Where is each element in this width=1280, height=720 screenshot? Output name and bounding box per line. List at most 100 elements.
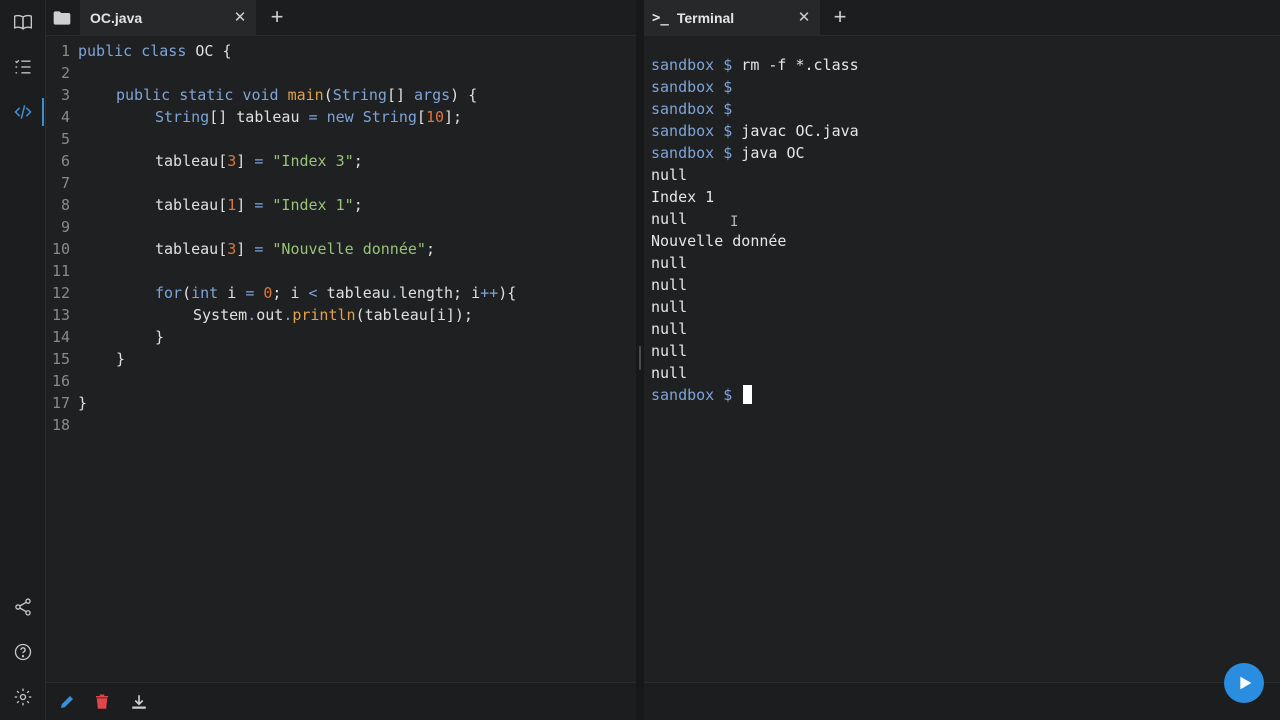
- code-token: .: [247, 306, 257, 324]
- code-line: 5: [46, 128, 636, 150]
- terminal-pane: >_ Terminal ✕ + sandbox $ rm -f *.class …: [644, 0, 1280, 720]
- code-token: 1: [227, 196, 237, 214]
- prompt: sandbox $: [651, 144, 733, 162]
- code-line: 9: [46, 216, 636, 238]
- code-token: []: [386, 86, 415, 104]
- code-token: <: [308, 284, 318, 302]
- code-token: }: [155, 328, 165, 346]
- gear-icon[interactable]: [9, 683, 37, 711]
- code-token: =: [254, 240, 264, 258]
- line-number: 4: [60, 108, 70, 126]
- code-token: "Index 3": [272, 152, 354, 170]
- terminal-tabbar: >_ Terminal ✕ +: [644, 0, 1280, 36]
- code-line: 17}: [46, 392, 636, 414]
- code-token: ;: [353, 196, 363, 214]
- download-icon[interactable]: [130, 693, 148, 711]
- code-token: 10: [425, 108, 444, 126]
- code-line: 2: [46, 62, 636, 84]
- code-token: i: [218, 284, 246, 302]
- prompt: sandbox $: [651, 78, 733, 96]
- editor-footer: [46, 682, 636, 720]
- active-indicator: [42, 98, 44, 126]
- resize-handle[interactable]: [639, 346, 641, 370]
- activity-bar: [0, 0, 46, 720]
- text-cursor: [743, 385, 753, 404]
- output-line: null: [651, 276, 688, 294]
- code-token: 3: [227, 152, 237, 170]
- output-line: null: [651, 364, 688, 382]
- code-token: int: [191, 284, 219, 302]
- code-token: .: [389, 284, 399, 302]
- ibeam-cursor-icon: I: [730, 214, 739, 230]
- code-token: println: [292, 306, 356, 324]
- line-number: 17: [51, 394, 70, 412]
- code-token: for: [155, 284, 183, 302]
- output-line: Index 1: [651, 188, 715, 206]
- code-token: args: [414, 86, 451, 104]
- terminal-line: sandbox $ rm -f *.class: [651, 54, 859, 76]
- code-line: 1 public class OC {: [46, 40, 636, 62]
- terminal-line: sandbox $: [651, 76, 859, 98]
- line-number: 6: [60, 152, 70, 170]
- code-token: ]: [236, 152, 255, 170]
- code-token: out: [256, 306, 284, 324]
- code-line: 16: [46, 370, 636, 392]
- code-token: =: [308, 108, 318, 126]
- code-token: tableau: [317, 284, 390, 302]
- code-token: ) {: [450, 86, 478, 104]
- code-token: }: [116, 350, 126, 368]
- output-line: null: [651, 298, 688, 316]
- code-line: 15}: [46, 348, 636, 370]
- run-button[interactable]: [1224, 663, 1264, 703]
- code-token: }: [78, 394, 88, 412]
- help-icon[interactable]: [9, 638, 37, 666]
- code-token: String: [362, 108, 417, 126]
- code-token: tableau[: [155, 152, 228, 170]
- close-icon[interactable]: ✕: [796, 10, 812, 26]
- code-token: [: [416, 108, 426, 126]
- code-line: 6 tableau[3] = "Index 3";: [46, 150, 636, 172]
- tab-oc-java[interactable]: OC.java ✕: [80, 0, 256, 36]
- close-icon[interactable]: ✕: [232, 10, 248, 26]
- line-number: 15: [51, 350, 70, 368]
- code-token: ;: [425, 240, 435, 258]
- tab-label: Terminal: [676, 10, 735, 26]
- book-icon[interactable]: [9, 8, 37, 36]
- code-token: main: [287, 86, 324, 104]
- code-token: static: [179, 86, 234, 104]
- code-line: 7: [46, 172, 636, 194]
- code-token: ; i: [272, 284, 309, 302]
- code-icon[interactable]: [9, 98, 37, 126]
- code-token: new: [326, 108, 354, 126]
- folder-icon[interactable]: [52, 8, 72, 28]
- checklist-icon[interactable]: [9, 53, 37, 81]
- code-line: 14}: [46, 326, 636, 348]
- terminal-line: sandbox $ javac OC.java: [651, 120, 859, 142]
- code-line: 18: [46, 414, 636, 436]
- line-number: 1: [60, 42, 70, 60]
- command: java OC: [732, 144, 805, 162]
- code-line: 4 String[] tableau = new String[10];: [46, 106, 636, 128]
- terminal-line: sandbox $ java OC: [651, 142, 859, 164]
- pencil-icon[interactable]: [58, 693, 76, 711]
- add-tab-icon[interactable]: +: [266, 6, 288, 28]
- code-token: String: [155, 108, 210, 126]
- add-tab-icon[interactable]: +: [829, 6, 851, 28]
- code-line: 11: [46, 260, 636, 282]
- line-number: 13: [51, 306, 70, 324]
- tab-terminal[interactable]: >_ Terminal ✕: [644, 0, 820, 36]
- terminal-output[interactable]: sandbox $ rm -f *.class sandbox $ sandbo…: [651, 54, 859, 406]
- code-token: .: [283, 306, 293, 324]
- line-number: 18: [51, 416, 70, 434]
- code-token: tableau[: [155, 240, 228, 258]
- terminal-footer: [644, 682, 1280, 720]
- code-editor[interactable]: 1 public class OC { 2 3 public static void…: [46, 40, 636, 436]
- code-token: System: [193, 306, 248, 324]
- trash-icon[interactable]: [93, 693, 111, 711]
- share-icon[interactable]: [9, 593, 37, 621]
- tab-label: OC.java: [90, 10, 143, 26]
- output-line: null: [651, 320, 688, 338]
- line-number: 3: [60, 86, 70, 104]
- code-line: 3 public static void main(String[] args) …: [46, 84, 636, 106]
- terminal-line: sandbox $: [651, 98, 859, 120]
